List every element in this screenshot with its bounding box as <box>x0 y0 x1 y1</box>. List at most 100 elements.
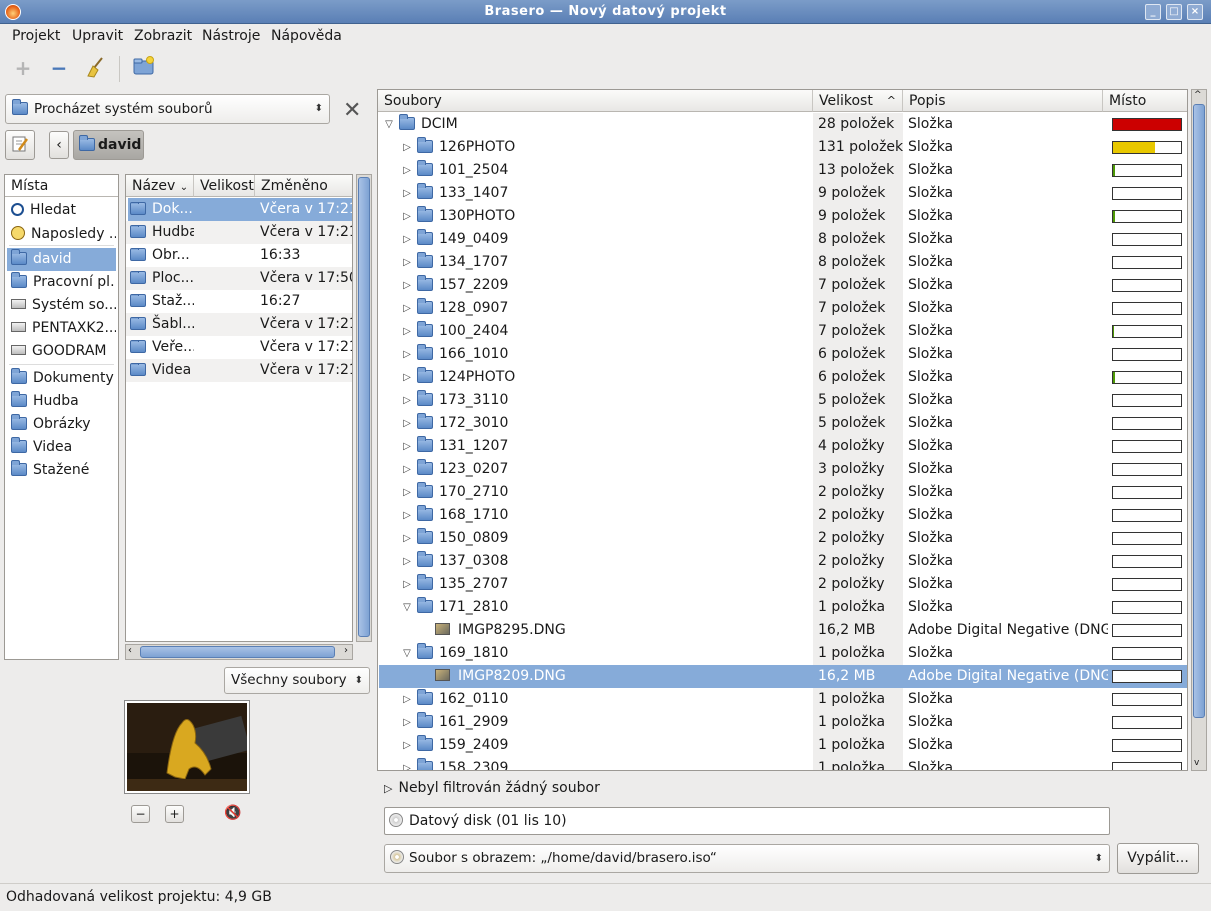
file-row[interactable]: Ploc... Včera v 17:50 <box>126 267 352 290</box>
path-back-button[interactable]: ‹ <box>49 131 69 159</box>
sidebar-item-obr-zky[interactable]: Obrázky <box>7 413 116 436</box>
sidebar-item-david[interactable]: david <box>7 248 116 271</box>
expander-arrow-icon[interactable]: ▷ <box>401 458 413 481</box>
title-bar[interactable]: Brasero — Nový datový projekt _ □ × <box>0 0 1211 24</box>
project-folder-row[interactable]: ▷ 135_2707 2 položky Složka <box>379 573 1187 596</box>
minimize-icon[interactable]: _ <box>1145 4 1161 20</box>
expander-arrow-icon[interactable]: ▽ <box>383 113 395 136</box>
menu-zobrazit[interactable]: Zobrazit <box>134 28 192 44</box>
file-list-vscrollbar[interactable] <box>356 174 372 642</box>
project-folder-row[interactable]: ▽ 169_1810 1 položka Složka <box>379 642 1187 665</box>
project-folder-row[interactable]: ▷ 157_2209 7 položek Složka <box>379 274 1187 297</box>
add-files-icon[interactable]: + <box>10 56 36 82</box>
expander-arrow-icon[interactable]: ▷ <box>401 320 413 343</box>
sidebar-item-pentaxk2-[interactable]: PENTAXK2... <box>7 317 116 340</box>
disc-label-field[interactable]: Datový disk (01 lis 10) <box>384 807 1110 835</box>
expander-arrow-icon[interactable]: ▷ <box>401 274 413 297</box>
close-browser-icon[interactable]: ✕ <box>343 98 361 123</box>
expander-arrow-icon[interactable]: ▷ <box>401 711 413 734</box>
browse-filesystem-combo[interactable]: Procházet systém souborů ⬍ <box>5 94 330 124</box>
project-folder-row[interactable]: ▷ 168_1710 2 položky Složka <box>379 504 1187 527</box>
file-list-hscrollbar[interactable]: ‹ › <box>125 644 353 660</box>
project-file-row[interactable]: IMGP8295.DNG 16,2 MB Adobe Digital Negativ… <box>379 619 1187 642</box>
project-folder-row[interactable]: ▷ 172_3010 5 položek Složka <box>379 412 1187 435</box>
expander-arrow-icon[interactable]: ▷ <box>401 481 413 504</box>
file-row[interactable]: Hudba Včera v 17:21 <box>126 221 352 244</box>
file-row[interactable]: Staž... 16:27 <box>126 290 352 313</box>
project-folder-row[interactable]: ▷ 130PHOTO 9 položek Složka <box>379 205 1187 228</box>
sidebar-item-dokumenty[interactable]: Dokumenty <box>7 367 116 390</box>
project-folder-row[interactable]: ▷ 158_2309 1 položka Složka <box>379 757 1187 770</box>
project-folder-row[interactable]: ▷ 162_0110 1 položka Složka <box>379 688 1187 711</box>
project-vscroll-thumb[interactable] <box>1193 104 1205 718</box>
hscroll-thumb[interactable] <box>140 646 335 658</box>
project-folder-row[interactable]: ▷ 100_2404 7 položek Složka <box>379 320 1187 343</box>
project-vscrollbar[interactable]: ^ v <box>1191 89 1207 771</box>
project-folder-row[interactable]: ▷ 134_1707 8 položek Složka <box>379 251 1187 274</box>
burn-button[interactable]: Vypálit... <box>1117 843 1199 874</box>
expander-arrow-icon[interactable]: ▷ <box>401 251 413 274</box>
expander-arrow-icon[interactable]: ▷ <box>401 688 413 711</box>
col-header-size[interactable]: Velikost <box>194 175 255 197</box>
sidebar-item-hledat[interactable]: Hledat <box>7 199 116 222</box>
project-folder-row[interactable]: ▷ 170_2710 2 položky Složka <box>379 481 1187 504</box>
scroll-left-icon[interactable]: ‹ <box>128 645 132 656</box>
col-header-place[interactable]: Místo <box>1103 90 1187 112</box>
expander-arrow-icon[interactable]: ▷ <box>401 734 413 757</box>
expander-arrow-icon[interactable]: ▽ <box>401 642 413 665</box>
scroll-up-icon[interactable]: ^ <box>1194 90 1202 100</box>
sidebar-item-goodram[interactable]: GOODRAM <box>7 340 116 363</box>
file-row[interactable]: Veře... Včera v 17:21 <box>126 336 352 359</box>
file-row[interactable]: Videa Včera v 17:21 <box>126 359 352 382</box>
menu-napoveda[interactable]: Nápověda <box>271 28 342 44</box>
col-header-modified[interactable]: Změněno <box>255 175 352 197</box>
expander-arrow-icon[interactable]: ▽ <box>401 596 413 619</box>
scroll-right-icon[interactable]: › <box>344 645 348 656</box>
expander-arrow-icon[interactable]: ▷ <box>401 573 413 596</box>
expander-arrow-icon[interactable]: ▷ <box>401 159 413 182</box>
project-folder-row[interactable]: ▷ 126PHOTO 131 položek Složka <box>379 136 1187 159</box>
project-folder-row[interactable]: ▷ 150_0809 2 položky Složka <box>379 527 1187 550</box>
expander-arrow-icon[interactable]: ▷ <box>401 435 413 458</box>
file-filter-combo[interactable]: Všechny soubory ⬍ <box>224 667 370 694</box>
project-folder-row[interactable]: ▷ 124PHOTO 6 položek Složka <box>379 366 1187 389</box>
sidebar-item-sta-en-[interactable]: Stažené <box>7 459 116 482</box>
project-folder-row[interactable]: ▷ 173_3110 5 položek Složka <box>379 389 1187 412</box>
sidebar-item-hudba[interactable]: Hudba <box>7 390 116 413</box>
file-row[interactable]: Šabl... Včera v 17:21 <box>126 313 352 336</box>
zoom-out-button[interactable]: − <box>131 805 150 823</box>
remove-files-icon[interactable]: − <box>46 56 72 82</box>
project-folder-row[interactable]: ▷ 101_2504 13 položek Složka <box>379 159 1187 182</box>
edit-location-button[interactable] <box>5 130 35 160</box>
project-folder-row[interactable]: ▽ DCIM 28 položek Složka <box>379 113 1187 136</box>
sidebar-item-pracovn-pl-[interactable]: Pracovní pl... <box>7 271 116 294</box>
file-row[interactable]: Dok... Včera v 17:21 <box>126 198 352 221</box>
project-folder-row[interactable]: ▷ 149_0409 8 položek Složka <box>379 228 1187 251</box>
expander-arrow-icon[interactable]: ▷ <box>401 343 413 366</box>
col-header-name[interactable]: Název ⌄ <box>126 175 194 197</box>
new-folder-icon[interactable] <box>131 56 157 82</box>
zoom-in-button[interactable]: + <box>165 805 184 823</box>
expander-arrow-icon[interactable]: ▷ <box>401 412 413 435</box>
menu-nastroje[interactable]: Nástroje <box>202 28 260 44</box>
expander-arrow-icon[interactable]: ▷ <box>401 366 413 389</box>
project-file-row[interactable]: IMGP8209.DNG 16,2 MB Adobe Digital Negativ… <box>379 665 1187 688</box>
output-image-combo[interactable]: Soubor s obrazem: „/home/david/brasero.i… <box>384 844 1110 873</box>
menu-projekt[interactable]: Projekt <box>12 28 60 44</box>
file-row[interactable]: Obr... 16:33 <box>126 244 352 267</box>
expander-arrow-icon[interactable]: ▷ <box>401 757 413 770</box>
project-folder-row[interactable]: ▷ 166_1010 6 položek Složka <box>379 343 1187 366</box>
project-folder-row[interactable]: ▷ 137_0308 2 položky Složka <box>379 550 1187 573</box>
expander-arrow-icon[interactable]: ▷ <box>401 504 413 527</box>
project-folder-row[interactable]: ▷ 128_0907 7 položek Složka <box>379 297 1187 320</box>
path-button-david[interactable]: david <box>73 130 144 160</box>
sidebar-item-naposledy-[interactable]: Naposledy ... <box>7 223 116 246</box>
project-folder-row[interactable]: ▽ 171_2810 1 položka Složka <box>379 596 1187 619</box>
project-folder-row[interactable]: ▷ 161_2909 1 položka Složka <box>379 711 1187 734</box>
expander-arrow-icon[interactable]: ▷ <box>401 297 413 320</box>
expander-arrow-icon[interactable]: ▷ <box>401 550 413 573</box>
sidebar-item-syst-m-so-[interactable]: Systém so... <box>7 294 116 317</box>
project-folder-row[interactable]: ▷ 159_2409 1 položka Složka <box>379 734 1187 757</box>
project-folder-row[interactable]: ▷ 133_1407 9 položek Složka <box>379 182 1187 205</box>
scroll-down-icon[interactable]: v <box>1194 758 1199 768</box>
